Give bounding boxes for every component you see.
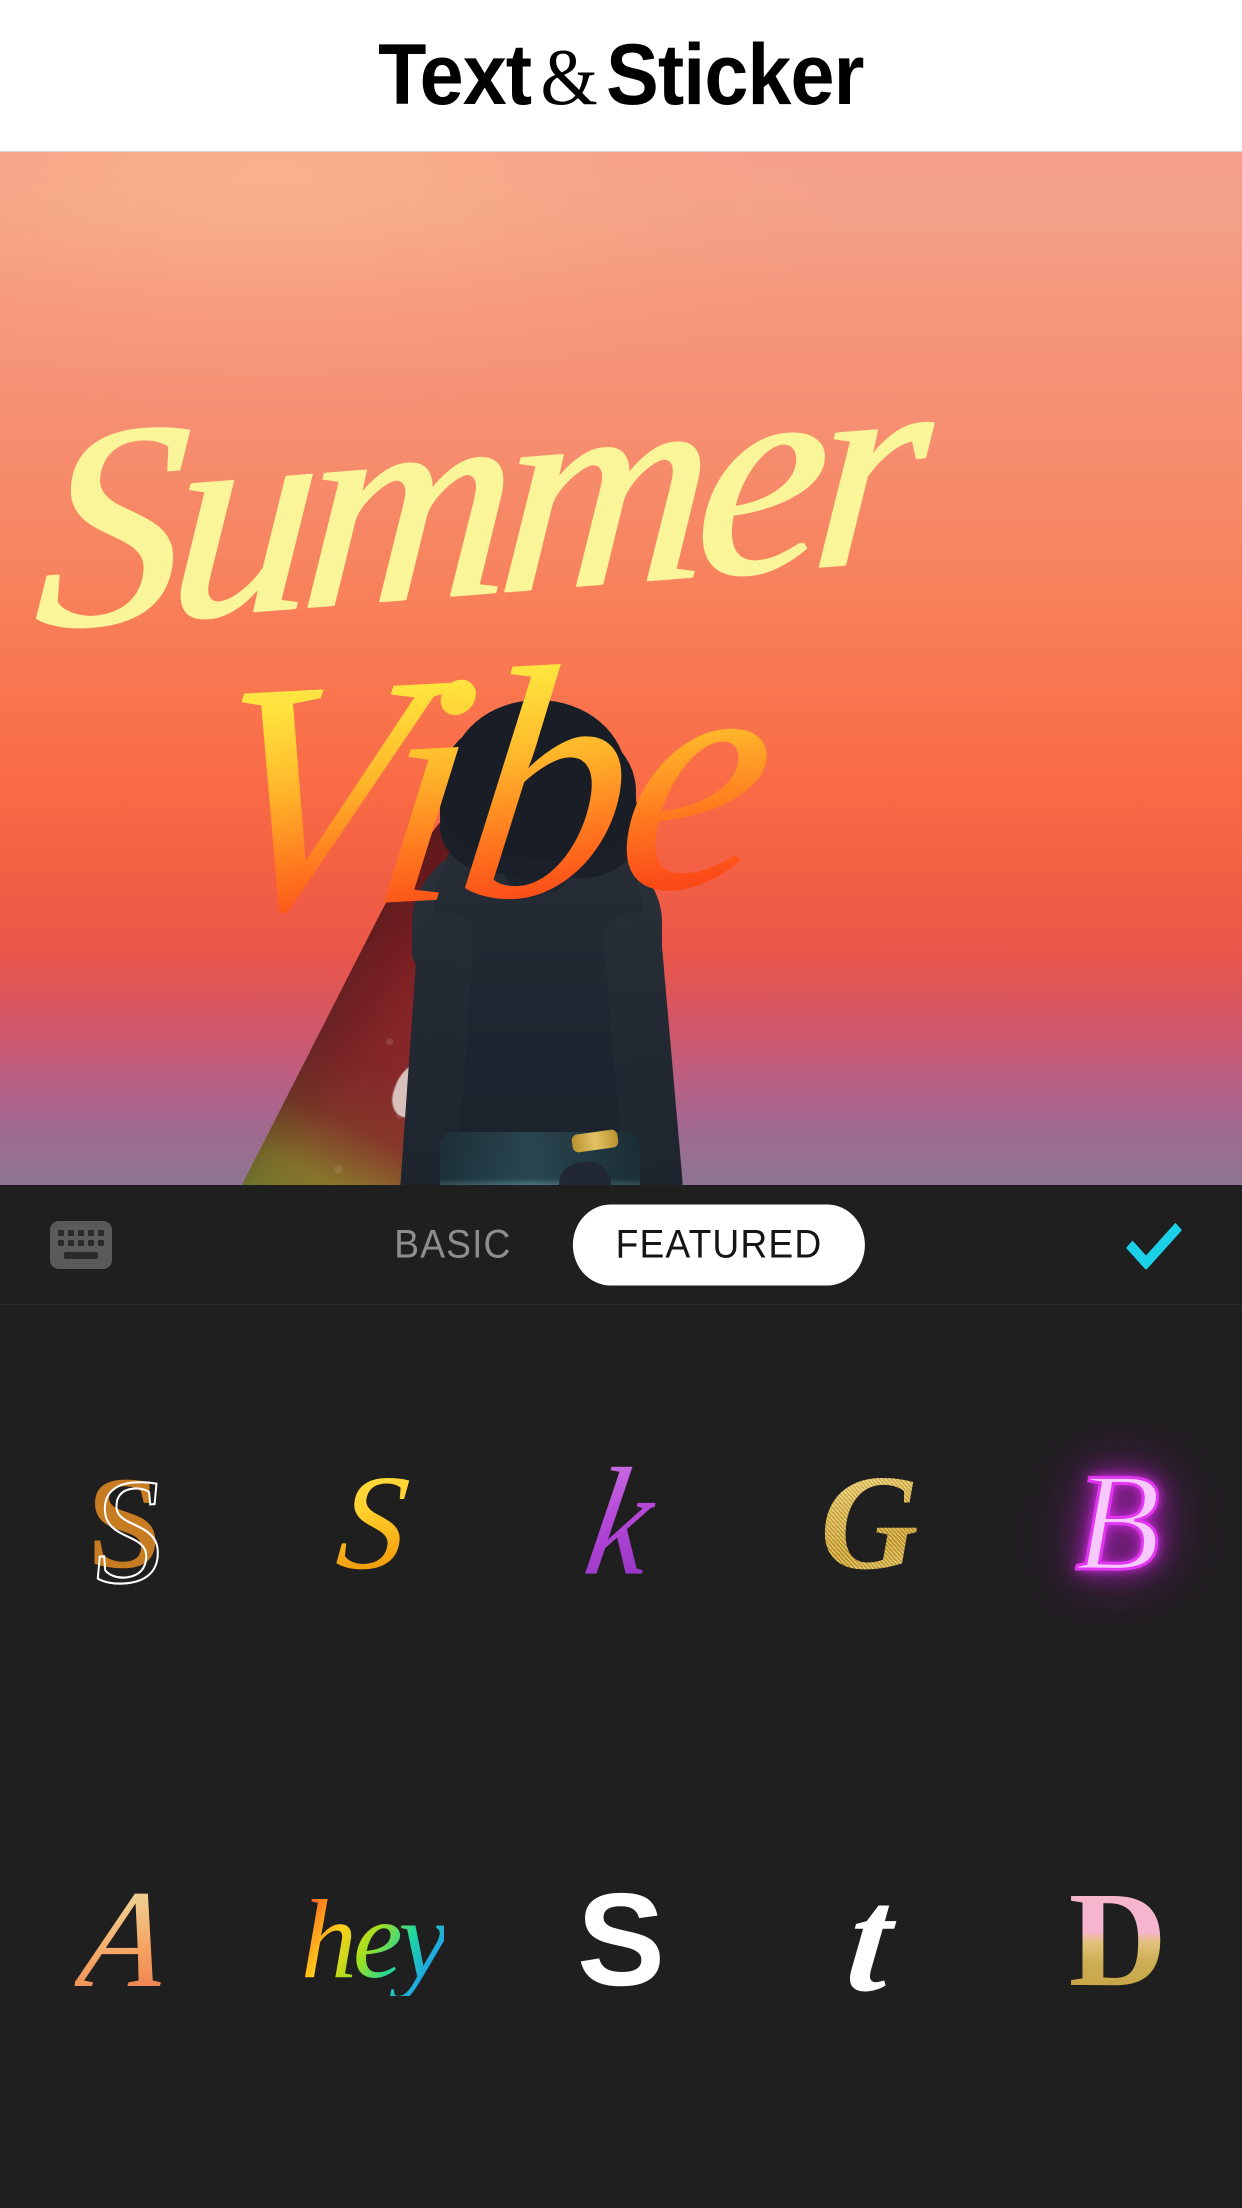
surfer-hair (450, 700, 626, 850)
check-icon (1125, 1207, 1183, 1270)
keyboard-button[interactable] (48, 1219, 114, 1271)
keyboard-spacebar (64, 1252, 98, 1259)
keyboard-key (58, 1240, 64, 1246)
keyboard-key (88, 1230, 94, 1236)
font-preview-glyph: S (568, 1869, 674, 2011)
tab-featured[interactable]: FEATURED (572, 1204, 866, 1285)
photo-canvas[interactable]: Summer Vibe (0, 152, 1242, 1185)
font-preview-glyph: G (820, 1448, 919, 1599)
page-title-ampersand: & (540, 34, 598, 122)
font-style-option-4[interactable]: G (745, 1315, 993, 1732)
font-style-option-9[interactable]: t (745, 1732, 993, 2149)
font-preview-glyph: B (1074, 1445, 1163, 1601)
page-title: Text & Sticker (378, 26, 864, 125)
font-style-option-6[interactable]: A (0, 1732, 248, 2149)
keyboard-row-2 (58, 1240, 104, 1246)
page-header: Text & Sticker (0, 0, 1242, 152)
tab-basic[interactable]: BASIC (372, 1208, 534, 1281)
page-title-part1: Text (378, 27, 532, 123)
font-style-grid: S S k G B A hey S t (0, 1305, 1242, 2208)
font-style-option-1[interactable]: S (0, 1315, 248, 1732)
font-style-option-7[interactable]: hey (248, 1732, 496, 2149)
font-preview-glyph: k (574, 1437, 668, 1608)
font-preview-glyph: S (87, 1457, 160, 1589)
font-preview-glyph: hey (300, 1877, 448, 2002)
font-preview-glyph: t (839, 1856, 899, 2023)
font-style-option-8[interactable]: S (497, 1732, 745, 2149)
keyboard-key (88, 1240, 94, 1246)
keyboard-key (58, 1230, 64, 1236)
surfer-silhouette (0, 152, 1242, 1185)
keyboard-key (78, 1240, 84, 1246)
keyboard-key (78, 1230, 84, 1236)
font-preview-glyph: S (330, 1448, 415, 1599)
page-title-part2: Sticker (606, 27, 864, 123)
font-style-option-5[interactable]: B (994, 1315, 1242, 1732)
done-button[interactable] (1114, 1205, 1194, 1285)
keyboard-row-1 (58, 1230, 104, 1236)
bottom-panel: BASIC FEATURED S S k G B (0, 1185, 1242, 2208)
tab-group: BASIC FEATURED (366, 1204, 876, 1285)
keyboard-icon (50, 1220, 112, 1269)
keyboard-key (98, 1240, 104, 1246)
font-style-option-3[interactable]: k (497, 1315, 745, 1732)
font-toolbar: BASIC FEATURED (0, 1185, 1242, 1305)
font-style-option-2[interactable]: S (248, 1315, 496, 1732)
font-preview-glyph: A (70, 1861, 178, 2017)
font-style-option-10[interactable]: D (994, 1732, 1242, 2149)
keyboard-key (68, 1230, 74, 1236)
keyboard-key (68, 1240, 74, 1246)
keyboard-key (98, 1230, 104, 1236)
font-preview-glyph: D (1068, 1864, 1167, 2015)
app-root: Text & Sticker Summer BASIC FEATURED S S… (0, 0, 1242, 2208)
